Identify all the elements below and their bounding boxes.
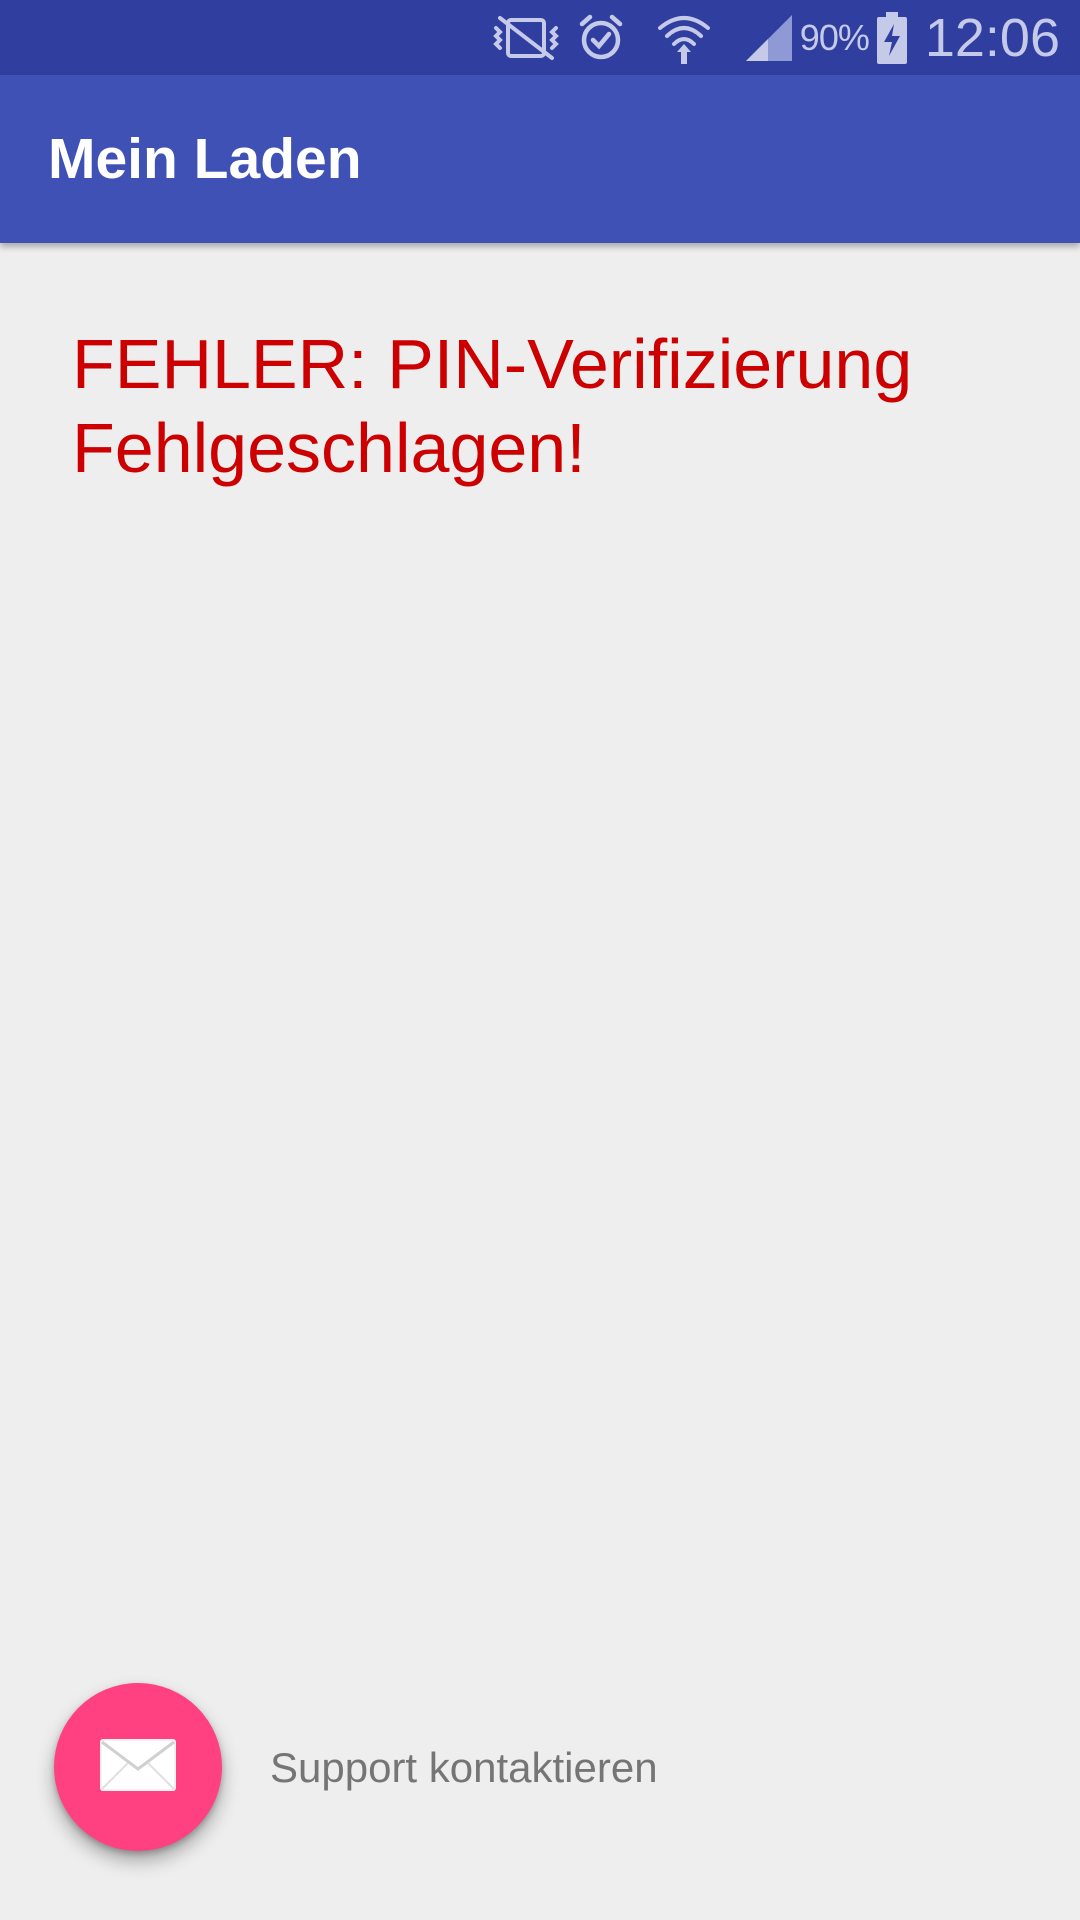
cell-signal-icon — [744, 0, 794, 75]
error-message: FEHLER: PIN-Verifizierung Fehlgeschlagen… — [72, 325, 913, 487]
battery-charging-icon — [876, 0, 907, 75]
status-bar: 90% 12:06 — [0, 0, 1080, 75]
contact-support-button[interactable] — [54, 1683, 222, 1851]
app-title: Mein Laden — [48, 127, 362, 191]
status-icons: 90% 12:06 — [490, 0, 1060, 75]
app-bar: Mein Laden — [0, 75, 1080, 243]
alarm-icon — [576, 0, 626, 75]
screen: 90% 12:06 Mein Laden FEHLER: PIN-Verifiz… — [0, 0, 1080, 1920]
wifi-icon — [656, 0, 712, 75]
mail-icon — [100, 1738, 176, 1796]
battery-percent: 90% — [799, 16, 870, 58]
vibrate-icon — [490, 0, 562, 75]
contact-support-label[interactable]: Support kontaktieren — [270, 1740, 658, 1796]
clock: 12:06 — [924, 7, 1060, 68]
